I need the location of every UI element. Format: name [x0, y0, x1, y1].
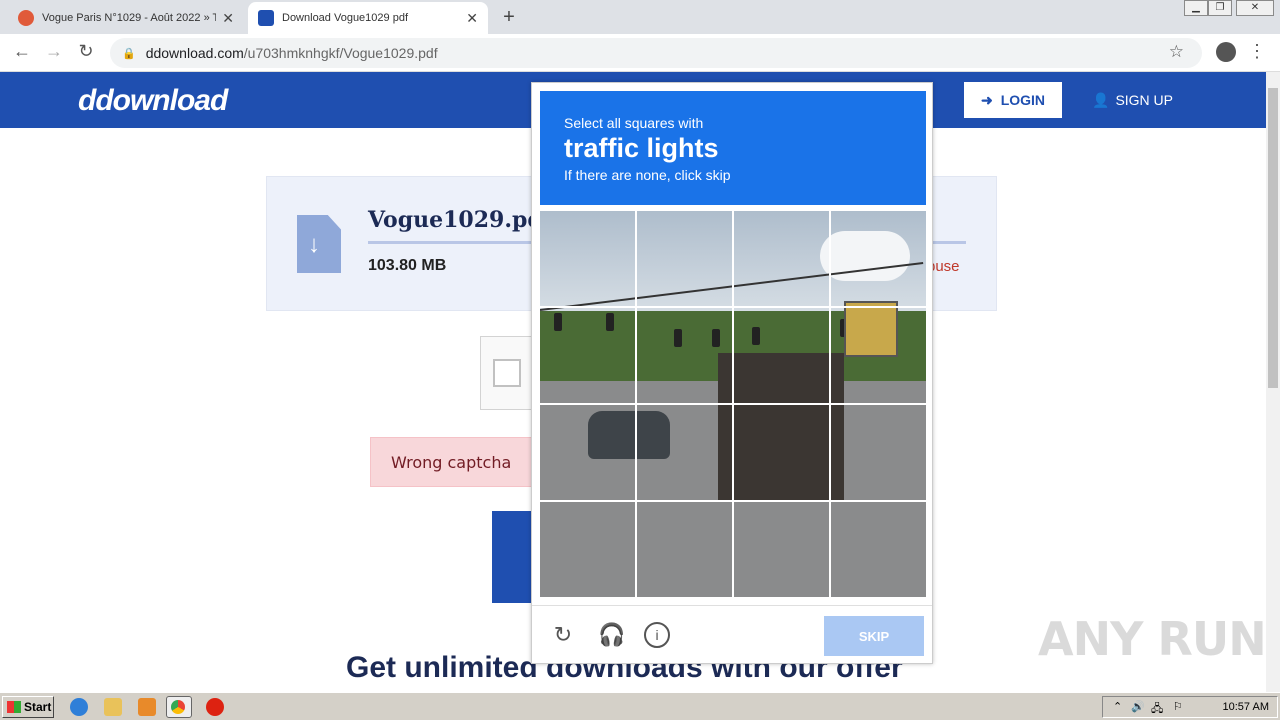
volume-icon[interactable]: 🔊	[1131, 700, 1145, 713]
login-button[interactable]: ➜ LOGIN	[964, 82, 1062, 118]
antivirus-icon[interactable]	[206, 698, 224, 716]
challenge-image-grid	[540, 211, 926, 597]
recaptcha-checkbox[interactable]	[493, 359, 521, 387]
recaptcha-challenge-dialog: Select all squares with traffic lights I…	[531, 82, 933, 664]
audio-challenge-icon[interactable]: 🎧	[598, 622, 625, 648]
challenge-tile[interactable]	[830, 211, 925, 306]
challenge-tile[interactable]	[637, 404, 732, 499]
login-label: LOGIN	[1000, 92, 1046, 108]
file-name: Vogue1029.pdf	[368, 207, 553, 233]
login-icon: ➜	[980, 91, 993, 108]
start-button[interactable]: Start	[2, 696, 54, 718]
forward-arrow-icon[interactable]: →	[42, 41, 66, 62]
challenge-tile[interactable]	[540, 211, 635, 306]
challenge-tile[interactable]	[637, 501, 732, 596]
challenge-target: traffic lights	[564, 133, 719, 163]
bookmark-star-icon[interactable]: ☆	[1169, 42, 1184, 62]
reload-icon[interactable]: ↻	[74, 41, 98, 62]
challenge-instruction: Select all squares with	[564, 115, 704, 131]
file-download-icon: ↓	[297, 215, 341, 273]
back-arrow-icon[interactable]: ←	[10, 41, 34, 62]
lock-icon: 🔒	[122, 47, 136, 60]
page-scrollbar[interactable]	[1266, 72, 1280, 692]
taskbar-clock[interactable]: 10:57 AM	[1223, 701, 1269, 713]
start-label: Start	[24, 700, 52, 714]
challenge-tile[interactable]	[637, 211, 732, 306]
chrome-icon	[171, 700, 185, 714]
close-tab-icon[interactable]: ✕	[222, 10, 234, 27]
restore-window-button[interactable]: ❐	[1208, 0, 1232, 16]
reload-challenge-icon[interactable]: ↻	[550, 622, 576, 648]
error-alert: Wrong captcha	[370, 437, 540, 487]
tab-download-vogue[interactable]: Download Vogue1029 pdf ✕	[248, 2, 488, 34]
close-window-button[interactable]: ✕	[1236, 0, 1274, 16]
internet-explorer-icon[interactable]	[70, 698, 88, 716]
profile-avatar-icon[interactable]	[1216, 42, 1236, 62]
address-bar[interactable]: 🔒 ddownload.com/u703hmknhgkf/Vogue1029.p…	[110, 38, 1202, 68]
challenge-tile[interactable]	[733, 211, 828, 306]
challenge-footer: ↻ 🎧 i SKIP	[532, 605, 932, 663]
system-tray: ⌃ 🔊 🖧 ⚐ 10:57 AM	[1102, 696, 1278, 718]
media-player-icon[interactable]	[138, 698, 156, 716]
file-size: 103.80 MB	[368, 257, 447, 274]
new-tab-button[interactable]: +	[498, 6, 520, 29]
browser-menu-icon[interactable]: ⋮	[1248, 41, 1266, 62]
challenge-tile[interactable]	[830, 308, 925, 403]
tab-favicon	[258, 10, 274, 26]
browser-toolbar: ← → ↻ 🔒 ddownload.com/u703hmknhgkf/Vogue…	[0, 34, 1280, 72]
tab-title: Vogue Paris N°1029 - Août 2022 » Télécha…	[42, 12, 217, 24]
file-explorer-icon[interactable]	[104, 698, 122, 716]
tray-expand-icon[interactable]: ⌃	[1113, 700, 1122, 713]
challenge-tile[interactable]	[540, 404, 635, 499]
anyrun-watermark: ANY RUN	[1038, 612, 1267, 666]
signup-button[interactable]: 👤 SIGN UP	[1092, 82, 1173, 118]
url-domain: ddownload.com	[145, 45, 244, 61]
challenge-tile[interactable]	[637, 308, 732, 403]
challenge-tile[interactable]	[540, 308, 635, 403]
challenge-hint: If there are none, click skip	[564, 167, 731, 183]
challenge-tile[interactable]	[830, 404, 925, 499]
windows-taskbar: Start ⌃ 🔊 🖧 ⚐ 10:57 AM	[0, 692, 1280, 720]
challenge-tile[interactable]	[830, 501, 925, 596]
tab-favicon	[18, 10, 34, 26]
site-logo[interactable]: ddownload	[78, 84, 228, 118]
info-icon[interactable]: i	[644, 622, 670, 648]
challenge-header: Select all squares with traffic lights I…	[540, 91, 926, 205]
challenge-tile[interactable]	[540, 501, 635, 596]
challenge-tile[interactable]	[733, 308, 828, 403]
action-center-flag-icon[interactable]: ⚐	[1173, 700, 1183, 713]
url-path: /u703hmknhgkf/Vogue1029.pdf	[243, 45, 438, 61]
skip-button[interactable]: SKIP	[824, 616, 924, 656]
tab-vogue-paris[interactable]: Vogue Paris N°1029 - Août 2022 » Télécha…	[8, 2, 244, 34]
close-tab-icon[interactable]: ✕	[466, 10, 478, 27]
minimize-window-button[interactable]: ▁	[1184, 0, 1208, 16]
tab-title: Download Vogue1029 pdf	[282, 12, 408, 24]
windows-logo-icon	[7, 701, 21, 713]
challenge-tile[interactable]	[733, 501, 828, 596]
network-icon[interactable]: 🖧	[1151, 700, 1163, 719]
browser-tab-bar: Vogue Paris N°1029 - Août 2022 » Télécha…	[0, 0, 1280, 34]
challenge-tile[interactable]	[733, 404, 828, 499]
add-user-icon: 👤	[1092, 91, 1110, 108]
scrollbar-thumb[interactable]	[1268, 88, 1278, 388]
signup-label: SIGN UP	[1115, 92, 1174, 108]
